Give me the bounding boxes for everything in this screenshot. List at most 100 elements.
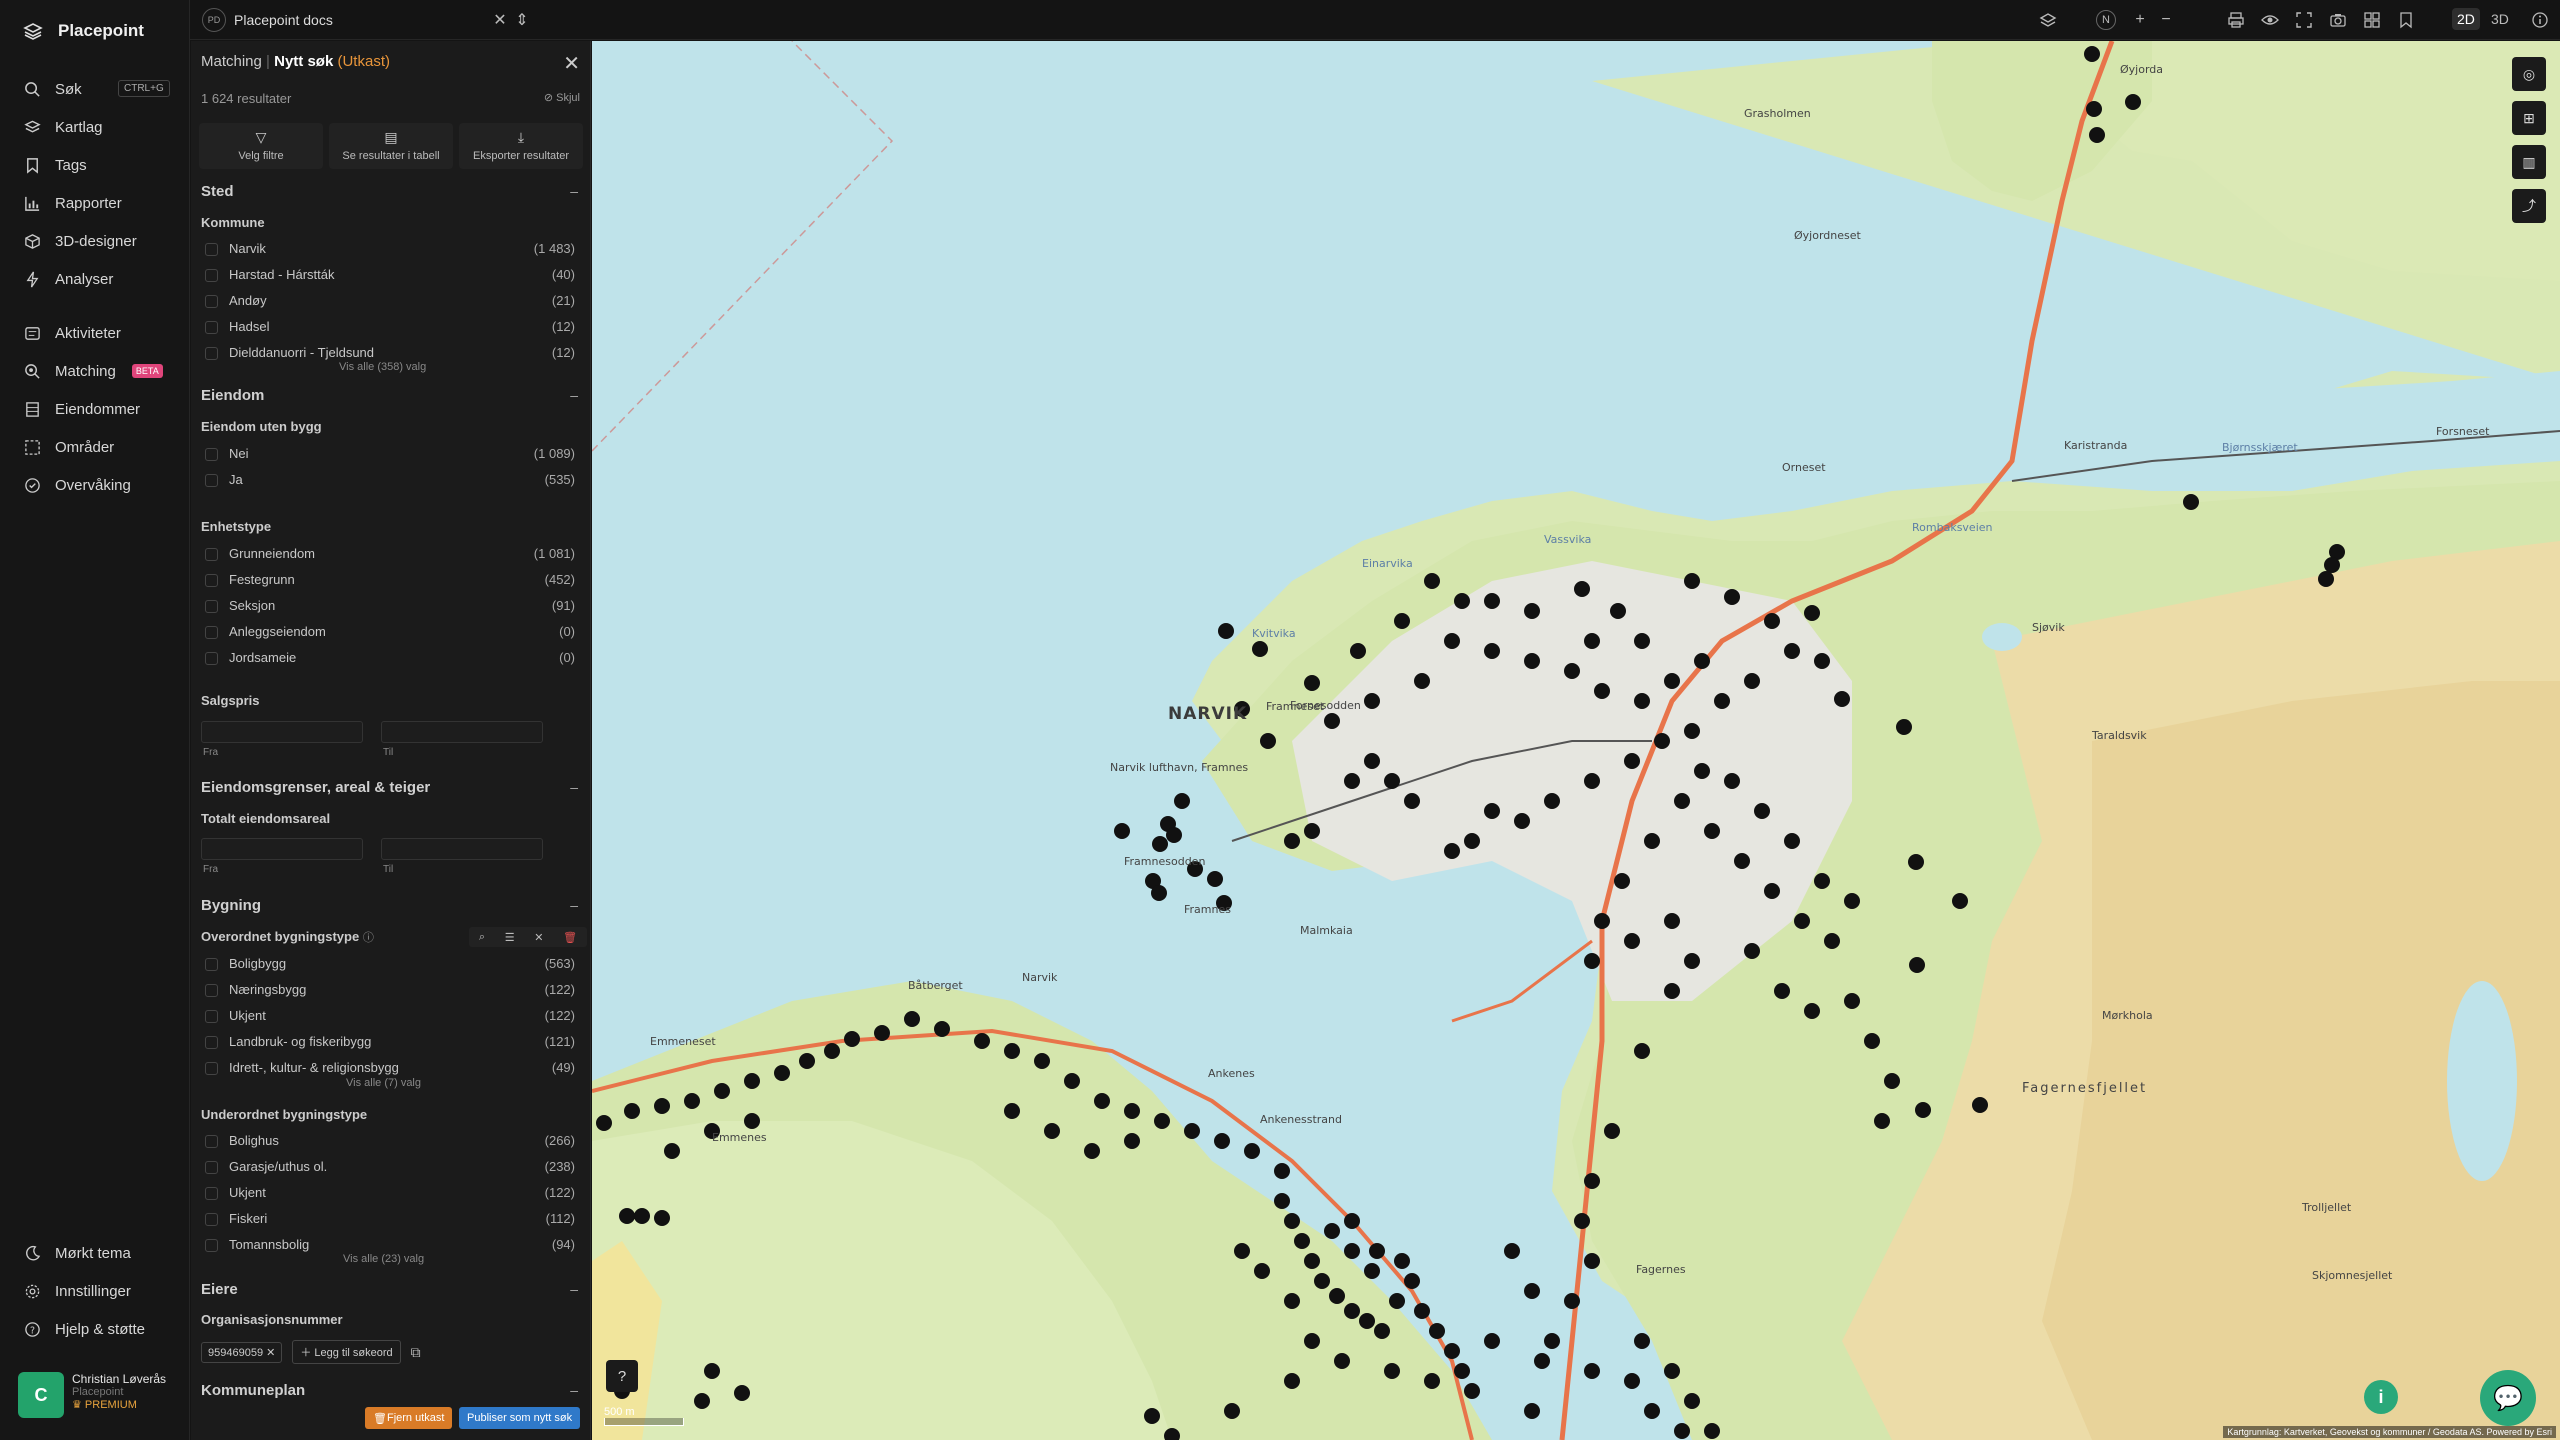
list-icon[interactable]: ☰ (505, 931, 515, 944)
view-table-button[interactable]: ▤ Se resultater i tabell (329, 123, 453, 169)
zoom-in-icon[interactable]: + (2130, 10, 2150, 30)
checkbox[interactable] (205, 652, 218, 665)
nav-item-settings[interactable]: Innstillinger (24, 1278, 174, 1304)
north-compass-icon[interactable]: N (2096, 10, 2116, 30)
price-to-input[interactable] (381, 721, 543, 743)
checkbox[interactable] (205, 548, 218, 561)
price-from-input[interactable] (201, 721, 363, 743)
section-kommuneplan[interactable]: Kommuneplan (201, 1382, 305, 1399)
section-eiendom[interactable]: Eiendom (201, 387, 264, 404)
nav-item-kartlag[interactable]: Kartlag (24, 114, 174, 140)
mode-3d-toggle[interactable]: 3D (2486, 8, 2514, 30)
checkbox[interactable] (205, 1187, 218, 1200)
checkbox[interactable] (205, 1161, 218, 1174)
filter-option[interactable]: Andøy (21) (205, 293, 575, 311)
filter-option[interactable]: Nei (1 089) (205, 446, 575, 464)
measure-area-icon[interactable]: ◎ (2512, 57, 2546, 91)
nav-item-overvaking[interactable]: Overvåking (24, 472, 174, 498)
filter-option[interactable]: Fiskeri (112) (205, 1211, 575, 1229)
checkbox[interactable] (205, 448, 218, 461)
fullscreen-icon[interactable] (2294, 10, 2314, 30)
area-from-input[interactable] (201, 838, 363, 860)
checkbox[interactable] (205, 295, 218, 308)
workspace-selector[interactable]: PD Placepoint docs (202, 8, 333, 32)
checkbox[interactable] (205, 626, 218, 639)
close-icon[interactable]: ✕ (563, 51, 580, 76)
filter-option[interactable]: Harstad - Hárstták (40) (205, 267, 575, 285)
section-eiere[interactable]: Eiere (201, 1281, 238, 1298)
remove-draft-button[interactable]: 🗑 Fjern utkast (365, 1407, 453, 1429)
checkbox[interactable] (205, 474, 218, 487)
show-all-link[interactable]: Vis alle (23) valg (343, 1253, 424, 1265)
filter-option[interactable]: Grunneiendom (1 081) (205, 546, 575, 564)
nav-item-dark-theme[interactable]: Mørkt tema (24, 1240, 174, 1266)
filter-option[interactable]: Hadsel (12) (205, 319, 575, 337)
section-eiendomsgrenser[interactable]: Eiendomsgrenser, areal & teiger (201, 779, 430, 796)
search-term-chip[interactable]: 959469059 ✕ (201, 1341, 283, 1363)
print-icon[interactable] (2226, 10, 2246, 30)
map-attribution[interactable]: Kartgrunnlag: Kartverket, Geovekst og ko… (2223, 1426, 2556, 1438)
checkbox[interactable] (205, 1135, 218, 1148)
grid-icon[interactable] (2362, 10, 2382, 30)
checkbox[interactable] (205, 600, 218, 613)
checkbox[interactable] (205, 1062, 218, 1075)
filter-option[interactable]: Idrett-, kultur- & religionsbygg (49) (205, 1060, 575, 1078)
checkbox[interactable] (205, 984, 218, 997)
elevation-profile-icon[interactable]: ⤴ (2512, 189, 2546, 223)
collapse-icon[interactable]: – (570, 1281, 578, 1297)
filter-option[interactable]: Ukjent (122) (205, 1185, 575, 1203)
publish-search-button[interactable]: Publiser som nytt søk (459, 1407, 581, 1429)
brand[interactable]: Placepoint (22, 20, 144, 42)
chevron-updown-icon[interactable]: ⇕ (512, 10, 532, 30)
mode-2d-toggle[interactable]: 2D (2452, 8, 2480, 30)
filter-option[interactable]: Boligbygg (563) (205, 956, 575, 974)
help-icon[interactable]: ? (606, 1360, 638, 1392)
breadcrumb[interactable]: Matching (201, 53, 262, 70)
info-icon[interactable] (2530, 10, 2550, 30)
camera-icon[interactable] (2328, 10, 2348, 30)
nav-item-matching[interactable]: Matching BETA (24, 358, 174, 384)
filter-option[interactable]: Narvik (1 483) (205, 241, 575, 259)
nav-item-omrader[interactable]: Områder (24, 434, 174, 460)
show-all-link[interactable]: Vis alle (358) valg (339, 361, 426, 373)
nav-item-tags[interactable]: Tags (24, 152, 174, 178)
checkbox[interactable] (205, 347, 218, 360)
layers-stack-icon[interactable] (2038, 10, 2058, 30)
collapse-icon[interactable]: – (570, 779, 578, 795)
chart-icon[interactable]: ▥ (2512, 145, 2546, 179)
nav-item-help[interactable]: ? Hjelp & støtte (24, 1316, 174, 1342)
checkbox[interactable] (205, 1010, 218, 1023)
bookmark-icon[interactable] (2396, 10, 2416, 30)
help-circle-icon[interactable]: ⓘ (363, 932, 374, 944)
collapse-icon[interactable]: – (570, 183, 578, 199)
filter-option[interactable]: Bolighus (266) (205, 1133, 575, 1151)
export-results-button[interactable]: ⤓ Eksporter resultater (459, 123, 583, 169)
filter-option[interactable]: Festegrunn (452) (205, 572, 575, 590)
nav-item-aktiviteter[interactable]: Aktiviteter (24, 320, 174, 346)
nav-item-3d-designer[interactable]: 3D-designer (24, 228, 174, 254)
filter-option[interactable]: Anleggseiendom (0) (205, 624, 575, 642)
add-search-term-button[interactable]: ＋ Legg til søkeord (292, 1340, 401, 1364)
filter-option[interactable]: Garasje/uthus ol. (238) (205, 1159, 575, 1177)
filter-option[interactable]: Ukjent (122) (205, 1008, 575, 1026)
area-to-input[interactable] (381, 838, 543, 860)
zoom-out-icon[interactable]: − (2156, 10, 2176, 30)
filter-option[interactable]: Seksjon (91) (205, 598, 575, 616)
nav-item-reports[interactable]: Rapporter (24, 190, 174, 216)
info-icon[interactable]: i (2364, 1380, 2398, 1414)
checkbox[interactable] (205, 1239, 218, 1252)
ruler-icon[interactable]: ⊞ (2512, 101, 2546, 135)
show-all-link[interactable]: Vis alle (7) valg (346, 1077, 421, 1089)
filter-option[interactable]: Næringsbygg (122) (205, 982, 575, 1000)
filter-option[interactable]: Landbruk- og fiskeribygg (121) (205, 1034, 575, 1052)
checkbox[interactable] (205, 269, 218, 282)
checkbox[interactable] (205, 958, 218, 971)
remove-icon[interactable]: ✕ (266, 1347, 275, 1359)
map-canvas[interactable]: NARVIK Narvik lufthavn, Framnes Framnese… (592, 41, 2560, 1440)
clear-workspace-icon[interactable]: ✕ (490, 10, 510, 30)
collapse-icon[interactable]: – (570, 1382, 578, 1398)
checkbox[interactable] (205, 1213, 218, 1226)
nav-item-analyser[interactable]: Analyser (24, 266, 174, 292)
collapse-icon[interactable]: – (570, 387, 578, 403)
filter-option[interactable]: Jordsameie (0) (205, 650, 575, 668)
